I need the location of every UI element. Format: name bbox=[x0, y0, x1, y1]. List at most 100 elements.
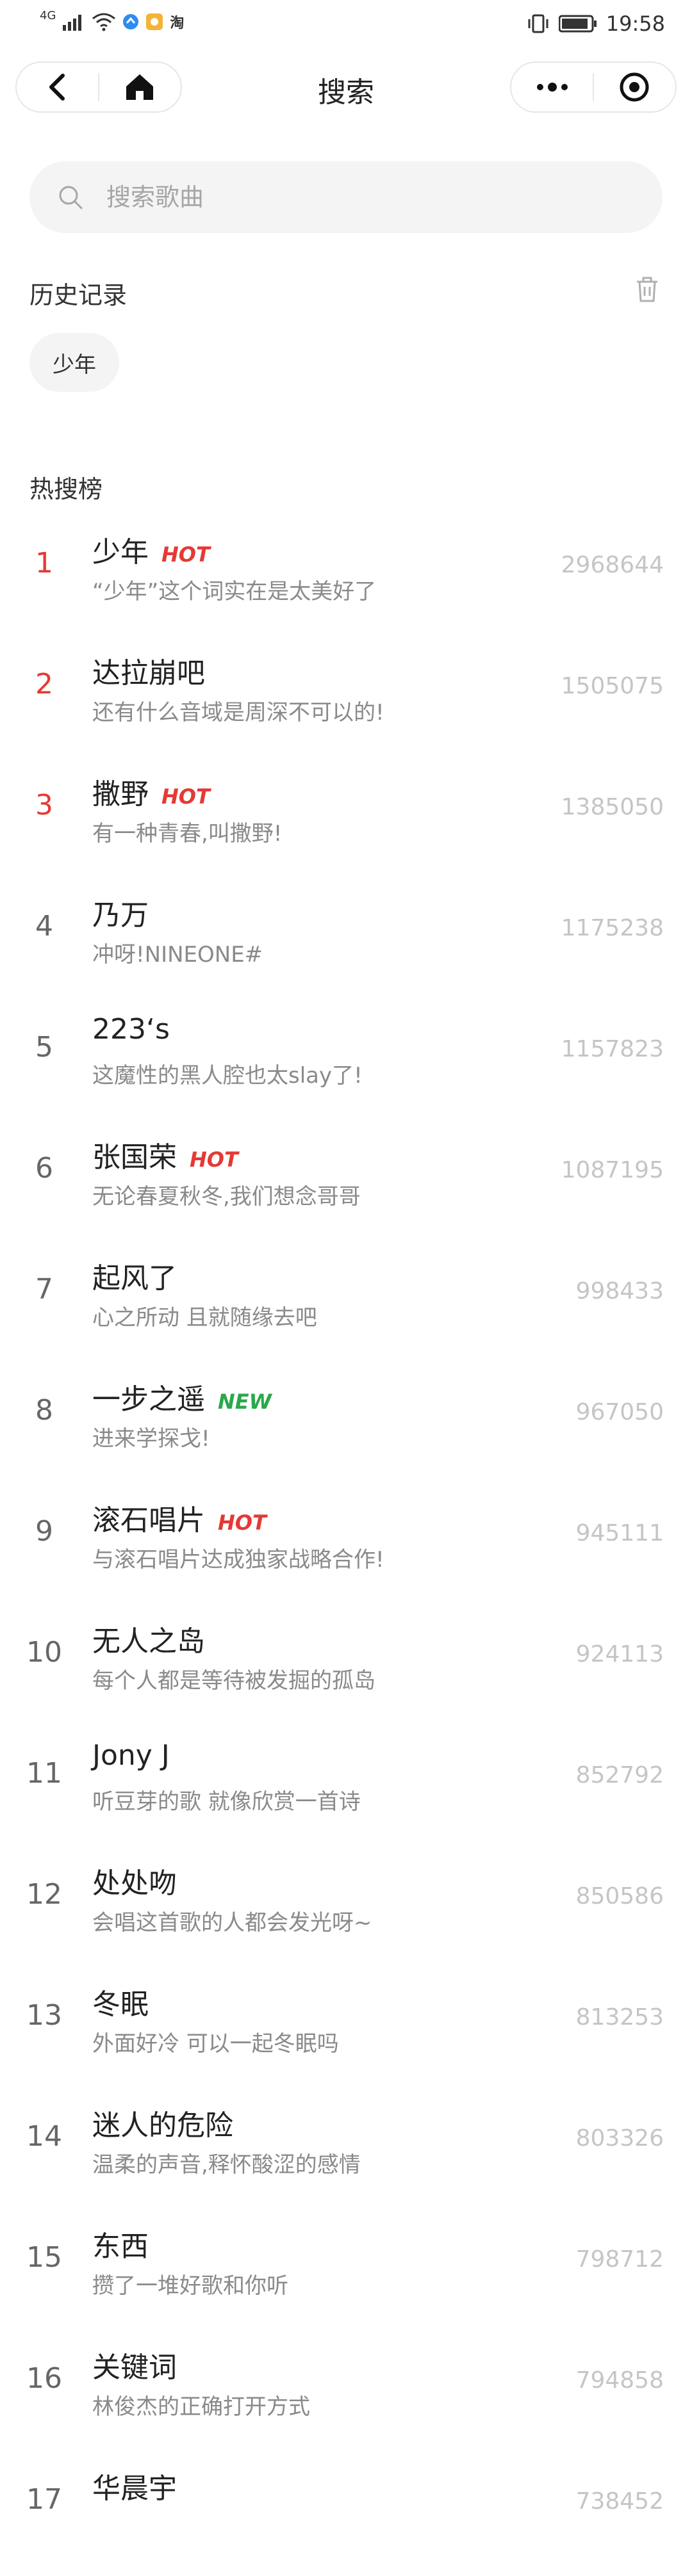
item-title-line: 滚石唱片 HOT bbox=[92, 1497, 267, 1538]
item-description: 外面好冷 可以一起冬眠吗 bbox=[92, 2031, 339, 2057]
item-title-line: 达拉崩吧 bbox=[92, 650, 205, 691]
song-name: 达拉崩吧 bbox=[92, 657, 205, 690]
search-count: 1157823 bbox=[561, 1036, 664, 1062]
search-count: 738452 bbox=[575, 2488, 664, 2515]
hot-list-item[interactable]: 17 华晨宇 738452 bbox=[0, 2455, 692, 2576]
search-count: 924113 bbox=[575, 1641, 664, 1667]
song-name: 223‘s bbox=[92, 1013, 170, 1046]
rank-number: 16 bbox=[26, 2362, 62, 2395]
item-description: 冲呀!NINEONE# bbox=[92, 942, 263, 968]
item-title-line: 少年 HOT bbox=[92, 529, 210, 570]
hot-list-item[interactable]: 15 东西 攒了一堆好歌和你听 798712 bbox=[0, 2213, 692, 2334]
taobao-icon: 淘 bbox=[170, 15, 185, 31]
search-bar[interactable] bbox=[29, 161, 663, 233]
item-description: 心之所动 且就随缘去吧 bbox=[92, 1305, 317, 1331]
song-name: 冬眠 bbox=[92, 1988, 149, 2021]
search-input[interactable] bbox=[105, 182, 620, 212]
hot-list-item[interactable]: 16 关键词 林俊杰的正确打开方式 794858 bbox=[0, 2334, 692, 2455]
song-name: 无人之岛 bbox=[92, 1625, 205, 1658]
hot-list-item[interactable]: 2 达拉崩吧 还有什么音域是周深不可以的! 1505075 bbox=[0, 640, 692, 761]
item-title-line: 无人之岛 bbox=[92, 1618, 205, 1659]
hot-list-item[interactable]: 11 Jony J 听豆芽的歌 就像欣赏一首诗 852792 bbox=[0, 1729, 692, 1850]
item-description: 与滚石唱片达成独家战略合作! bbox=[92, 1547, 384, 1573]
target-icon bbox=[620, 72, 649, 102]
hot-list-item[interactable]: 10 无人之岛 每个人都是等待被发掘的孤岛 924113 bbox=[0, 1608, 692, 1729]
song-name: Jony J bbox=[92, 1739, 170, 1772]
hot-list-item[interactable]: 3 撒野 HOT 有一种青春,叫撒野! 1385050 bbox=[0, 761, 692, 882]
search-count: 850586 bbox=[575, 1883, 664, 1909]
hot-badge: HOT bbox=[161, 784, 210, 809]
history-chip[interactable]: 少年 bbox=[29, 333, 119, 392]
item-description: 每个人都是等待被发掘的孤岛 bbox=[92, 1668, 375, 1694]
rank-number: 10 bbox=[26, 1636, 62, 1669]
rank-number: 9 bbox=[35, 1515, 53, 1548]
item-description: 温柔的声音,释怀酸涩的感情 bbox=[92, 2152, 361, 2178]
hot-list-item[interactable]: 12 处处吻 会唱这首歌的人都会发光呀~ 850586 bbox=[0, 1850, 692, 1971]
search-count: 852792 bbox=[575, 1762, 664, 1788]
song-name: 张国荣 bbox=[92, 1141, 177, 1174]
close-capsule-button[interactable] bbox=[594, 63, 675, 111]
hot-list-item[interactable]: 7 起风了 心之所动 且就随缘去吧 998433 bbox=[0, 1245, 692, 1366]
hot-list-item[interactable]: 5 223‘s 这魔性的黑人腔也太slay了! 1157823 bbox=[0, 1003, 692, 1124]
item-title-line: Jony J bbox=[92, 1739, 170, 1772]
search-count: 945111 bbox=[575, 1520, 664, 1546]
hot-list-item[interactable]: 1 少年 HOT “少年”这个词实在是太美好了 2968644 bbox=[0, 519, 692, 640]
nav-right-capsule bbox=[510, 61, 677, 113]
song-name: 关键词 bbox=[92, 2351, 177, 2384]
trash-icon[interactable] bbox=[632, 274, 663, 305]
hot-badge: HOT bbox=[161, 542, 210, 567]
status-time: 19:58 bbox=[606, 12, 665, 36]
more-icon bbox=[536, 83, 568, 92]
search-icon bbox=[53, 179, 88, 215]
app-badge-icon bbox=[146, 13, 163, 30]
hot-list-item[interactable]: 9 滚石唱片 HOT 与滚石唱片达成独家战略合作! 945111 bbox=[0, 1487, 692, 1608]
item-description: 进来学探戈! bbox=[92, 1426, 210, 1452]
search-count: 967050 bbox=[575, 1399, 664, 1425]
search-count: 798712 bbox=[575, 2246, 664, 2272]
item-description: 这魔性的黑人腔也太slay了! bbox=[92, 1063, 363, 1089]
song-name: 少年 bbox=[92, 536, 149, 569]
item-title-line: 迷人的危险 bbox=[92, 2102, 233, 2143]
rank-number: 14 bbox=[26, 2120, 62, 2153]
hot-list-item[interactable]: 6 张国荣 HOT 无论春夏秋冬,我们想念哥哥 1087195 bbox=[0, 1124, 692, 1245]
hot-list-item[interactable]: 4 乃万 冲呀!NINEONE# 1175238 bbox=[0, 882, 692, 1003]
item-description: 林俊杰的正确打开方式 bbox=[92, 2394, 310, 2420]
history-title: 历史记录 bbox=[29, 281, 128, 309]
rank-number: 2 bbox=[35, 668, 53, 701]
rank-number: 13 bbox=[26, 1999, 62, 2032]
song-name: 乃万 bbox=[92, 899, 149, 932]
rank-number: 3 bbox=[35, 789, 53, 822]
new-badge: NEW bbox=[218, 1389, 272, 1414]
signal-icon bbox=[63, 15, 82, 31]
search-count: 794858 bbox=[575, 2367, 664, 2394]
item-title-line: 华晨宇 bbox=[92, 2465, 177, 2506]
header: 搜索 bbox=[0, 51, 692, 128]
item-title-line: 东西 bbox=[92, 2223, 149, 2264]
hot-list-item[interactable]: 14 迷人的危险 温柔的声音,释怀酸涩的感情 803326 bbox=[0, 2092, 692, 2213]
item-title-line: 处处吻 bbox=[92, 1860, 177, 1901]
hot-list-title: 热搜榜 bbox=[29, 475, 103, 503]
status-left-icons: 4G 淘 bbox=[40, 9, 185, 32]
hot-badge: HOT bbox=[190, 1147, 238, 1172]
hot-list-item[interactable]: 8 一步之遥 NEW 进来学探戈! 967050 bbox=[0, 1366, 692, 1487]
search-count: 1385050 bbox=[561, 794, 664, 820]
hot-list-item[interactable]: 13 冬眠 外面好冷 可以一起冬眠吗 813253 bbox=[0, 1971, 692, 2092]
search-count: 1087195 bbox=[561, 1157, 664, 1183]
song-name: 迷人的危险 bbox=[92, 2109, 233, 2142]
item-title-line: 撒野 HOT bbox=[92, 771, 210, 812]
vibrate-icon bbox=[528, 14, 548, 33]
song-name: 滚石唱片 bbox=[92, 1504, 205, 1537]
song-name: 一步之遥 bbox=[92, 1383, 205, 1416]
more-button[interactable] bbox=[511, 63, 593, 111]
item-title-line: 223‘s bbox=[92, 1013, 170, 1046]
item-description: 听豆芽的歌 就像欣赏一首诗 bbox=[92, 1789, 361, 1815]
battery-icon bbox=[558, 15, 597, 33]
search-count: 1505075 bbox=[561, 673, 664, 699]
item-description: 还有什么音域是周深不可以的! bbox=[92, 700, 384, 725]
rank-number: 5 bbox=[35, 1031, 53, 1064]
item-title-line: 张国荣 HOT bbox=[92, 1134, 238, 1175]
search-count: 998433 bbox=[575, 1278, 664, 1304]
rank-number: 17 bbox=[26, 2483, 62, 2516]
item-title-line: 关键词 bbox=[92, 2344, 177, 2385]
song-name: 起风了 bbox=[92, 1262, 177, 1295]
